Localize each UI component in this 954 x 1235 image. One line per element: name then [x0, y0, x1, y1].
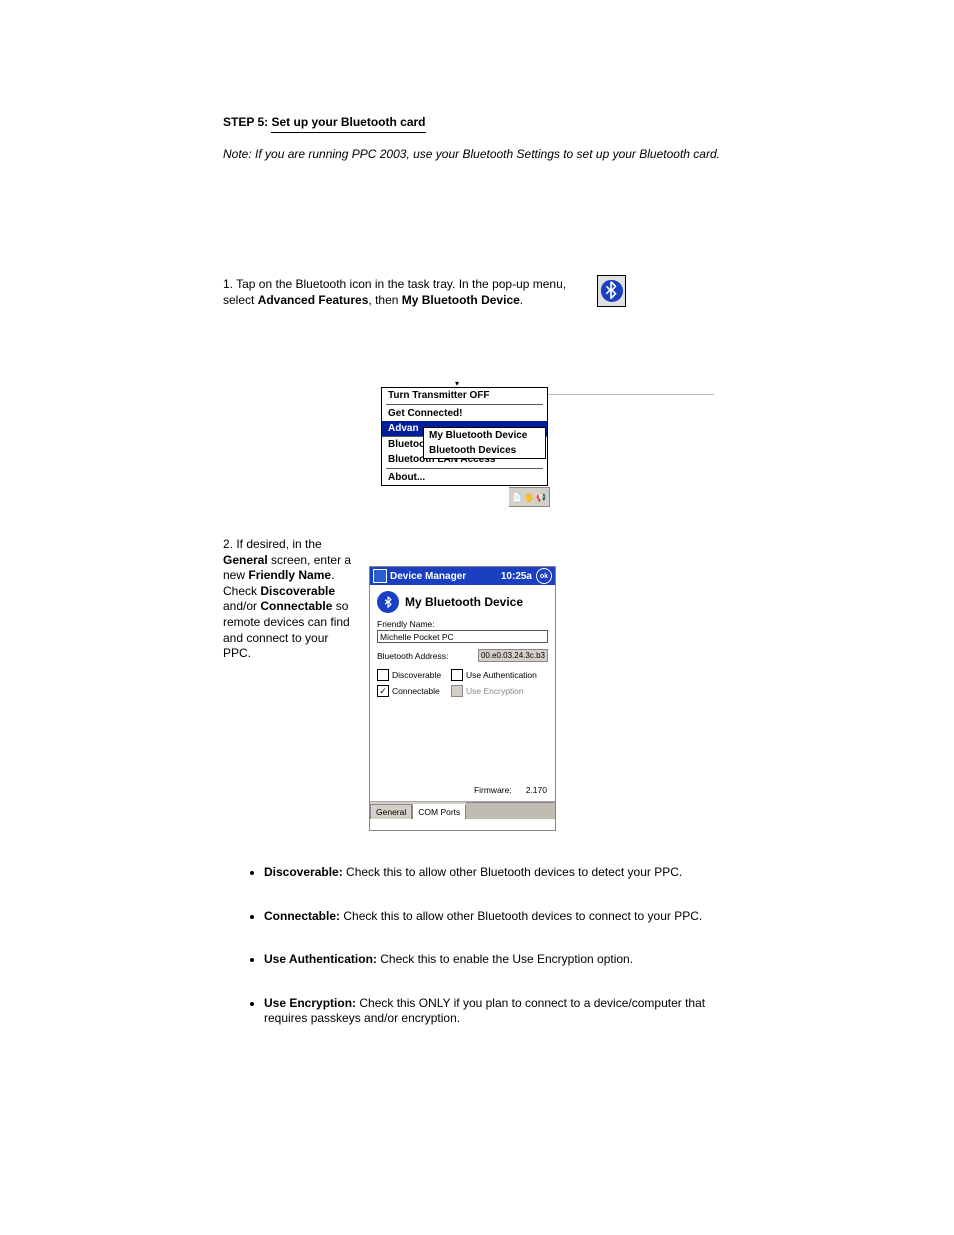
tab-bar: General COM Ports: [370, 801, 555, 819]
device-manager-window: Device Manager 10:25a ok My Bluetooth De…: [369, 566, 556, 831]
friendly-name-input[interactable]: [377, 630, 548, 643]
submenu-item-devices[interactable]: Bluetooth Devices: [424, 443, 545, 458]
checkbox-connectable-label: Connectable: [392, 686, 440, 696]
menu-divider: [386, 468, 543, 469]
ok-button[interactable]: ok: [536, 568, 552, 584]
submenu-item-my-device[interactable]: My Bluetooth Device: [424, 428, 545, 443]
feature-bullet-list: Discoverable: Check this to allow other …: [240, 865, 730, 1027]
menu-item-get-connected[interactable]: Get Connected!: [382, 406, 547, 421]
window-titlebar: Device Manager 10:25a ok: [370, 567, 555, 585]
address-value: 00.e0.03.24.3c.b3: [478, 649, 548, 662]
friendly-name-label: Friendly Name:: [377, 619, 548, 629]
para-1: 1. Tap on the Bluetooth icon in the task…: [223, 277, 588, 308]
address-label: Bluetooth Address:: [377, 651, 448, 661]
bullet-connectable: Connectable: Check this to allow other B…: [264, 909, 730, 925]
menu-item-about[interactable]: About...: [382, 470, 547, 485]
window-title: Device Manager: [390, 571, 466, 582]
menu-item-turn-off[interactable]: Turn Transmitter OFF: [382, 388, 547, 403]
checkbox-discoverable[interactable]: [377, 669, 389, 681]
taskbar-fragment: 📄 🖐 📢: [509, 487, 550, 507]
checkbox-authentication-label: Use Authentication: [466, 670, 537, 680]
bluetooth-icon: [377, 591, 399, 613]
step-note: Note: If you are running PPC 2003, use y…: [223, 147, 738, 163]
checkbox-discoverable-label: Discoverable: [392, 670, 441, 680]
panel-header: My Bluetooth Device: [405, 595, 523, 609]
step-prefix: STEP 5:: [223, 115, 268, 129]
checkbox-encryption: [451, 685, 463, 697]
firmware-value: 2.170: [526, 785, 547, 795]
tab-com-ports[interactable]: COM Ports: [412, 804, 466, 819]
bullet-discoverable: Discoverable: Check this to allow other …: [264, 865, 730, 881]
bullet-authentication: Use Authentication: Check this to enable…: [264, 952, 730, 968]
checkbox-encryption-label: Use Encryption: [466, 686, 524, 696]
firmware-label: Firmware:: [474, 785, 512, 795]
bluetooth-tray-icon: ⌘: [597, 275, 626, 307]
context-submenu: My Bluetooth Device Bluetooth Devices: [423, 427, 546, 459]
checkbox-authentication[interactable]: [451, 669, 463, 681]
menu-divider: [386, 404, 543, 405]
clock: 10:25a: [501, 571, 532, 582]
step-title: Set up your Bluetooth card: [271, 115, 425, 133]
para-2: 2. If desired, in the General screen, en…: [223, 537, 358, 662]
tab-general[interactable]: General: [370, 804, 412, 819]
windows-icon: [373, 569, 387, 583]
bullet-encryption: Use Encryption: Check this ONLY if you p…: [264, 996, 730, 1027]
checkbox-connectable[interactable]: [377, 685, 389, 697]
